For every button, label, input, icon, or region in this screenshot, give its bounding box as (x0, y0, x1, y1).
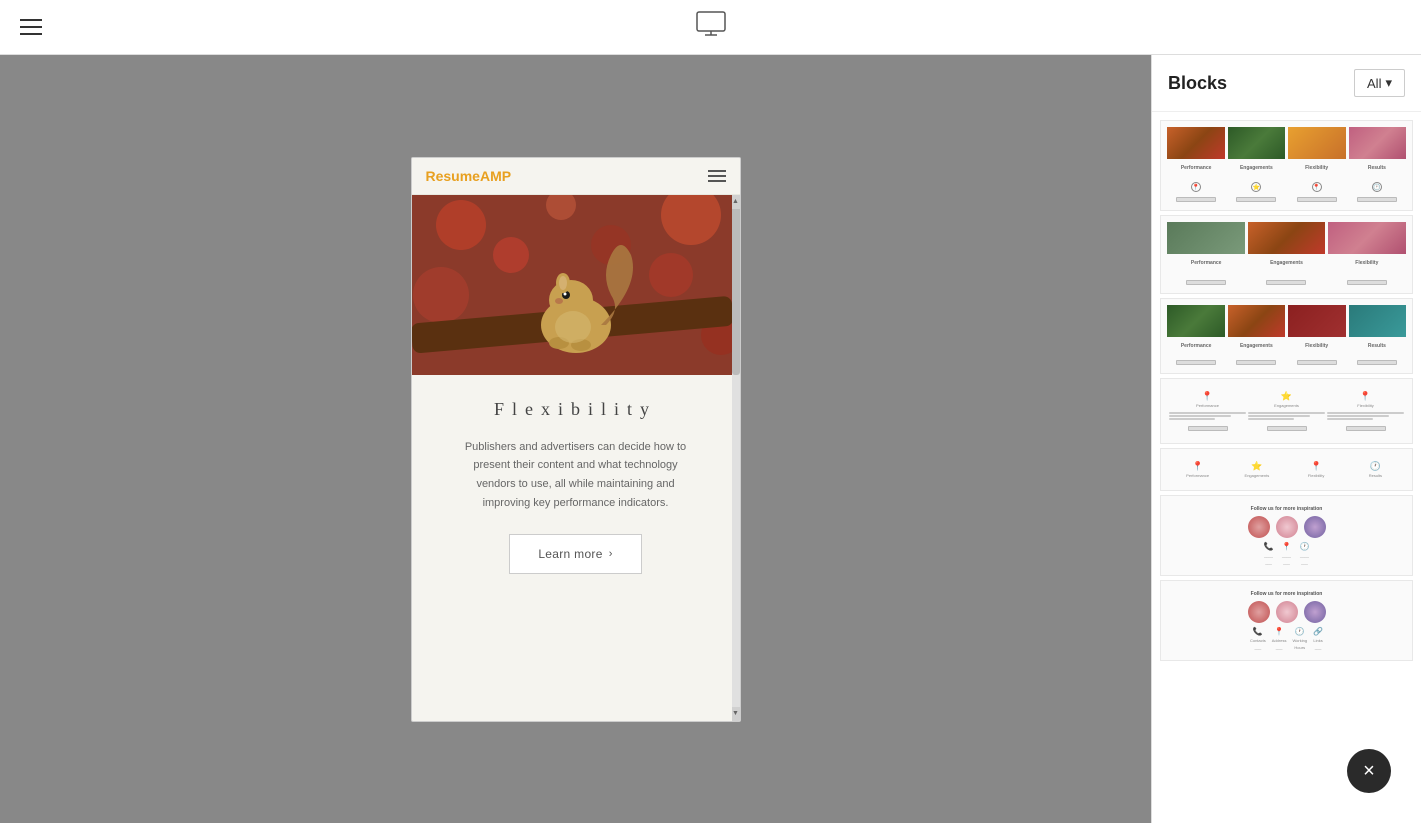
follow-us-block-2: Follow us for more inspiration 📞 Contact… (1167, 587, 1406, 654)
preview-scrollbar[interactable]: ▲ ▼ (732, 195, 740, 721)
thumb-icon-item: 📍 Flexibility (1327, 391, 1404, 431)
thumb-label-item: Results (1348, 341, 1406, 367)
follow-us-block: Follow us for more inspiration 📞 ____ __… (1167, 502, 1406, 569)
thumb-img (1328, 222, 1406, 254)
mobile-logo: ResumeAMP (426, 168, 512, 184)
panel-header: Blocks All ▾ (1152, 55, 1421, 112)
thumb-icon-item: ⭐ Engagements (1228, 461, 1285, 478)
contact-item: 🔗 Links ___ (1313, 627, 1323, 650)
thumb-icon-item: 📍 Performance (1169, 391, 1246, 431)
scroll-up-arrow[interactable]: ▲ (732, 195, 740, 209)
learn-more-button[interactable]: Learn more › (509, 534, 641, 574)
thumb-icon-item: 📍 Flexibility (1288, 461, 1345, 478)
contact-item: 📞 ____ ___ (1264, 542, 1274, 565)
thumb-img (1167, 222, 1245, 254)
thumb-icon-item: ⭐ Engagements (1248, 391, 1325, 431)
blocks-container: Performance 📍 Engagements (1152, 112, 1421, 669)
contact-item: 📞 Contacts ___ (1250, 627, 1266, 650)
preview-body: Publishers and advertisers can decide ho… (456, 438, 696, 513)
circle-img-1 (1248, 516, 1270, 538)
thumb-label-item: Performance 📍 (1167, 163, 1225, 204)
mobile-preview-inner: Flexibility Publishers and advertisers c… (412, 195, 740, 721)
menu-icon[interactable] (20, 19, 42, 35)
thumb-label-item: Flexibility 📍 (1288, 163, 1346, 204)
thumb-img (1349, 127, 1407, 159)
contact-item: 📍 Address ___ (1272, 627, 1287, 650)
right-panel: Blocks All ▾ Performance (1151, 55, 1421, 823)
header-left (20, 19, 42, 35)
block-template-5[interactable]: 📍 Performance ⭐ Engagements 📍 Flexibilit… (1160, 448, 1413, 491)
circle-img-2 (1276, 516, 1298, 538)
block-template-6[interactable]: Follow us for more inspiration 📞 ____ __… (1160, 495, 1413, 576)
circle-img-2 (1276, 601, 1298, 623)
block-template-1[interactable]: Performance 📍 Engagements (1160, 120, 1413, 211)
thumb-img (1288, 127, 1346, 159)
thumb-icon-item: 📍 Performance (1169, 461, 1226, 478)
thumb-label-item: Engagements (1227, 341, 1285, 367)
mobile-preview: ResumeAMP (411, 157, 741, 722)
block-template-2[interactable]: Performance Engagements (1160, 215, 1413, 294)
preview-title: Flexibility (494, 399, 657, 420)
block-template-7[interactable]: Follow us for more inspiration 📞 Contact… (1160, 580, 1413, 661)
preview-content: Flexibility Publishers and advertisers c… (412, 375, 740, 595)
thumb-label-item: Flexibility (1328, 258, 1406, 287)
panel-title: Blocks (1168, 73, 1227, 94)
thumb-img (1167, 127, 1225, 159)
monitor-icon (693, 7, 729, 48)
circle-img-1 (1248, 601, 1270, 623)
thumb-label-item: Results 🕐 (1348, 163, 1406, 204)
preview-hero-image (412, 195, 732, 375)
thumb-img (1228, 127, 1286, 159)
learn-more-label: Learn more (538, 547, 602, 561)
thumb-label-item: Engagements (1247, 258, 1325, 287)
header-center (693, 7, 729, 48)
header (0, 0, 1421, 55)
logo-colored: AMP (480, 168, 511, 184)
thumb-label-item: Flexibility (1288, 341, 1346, 367)
thumb-img (1248, 222, 1326, 254)
circle-img-3 (1304, 601, 1326, 623)
circle-img-3 (1304, 516, 1326, 538)
thumb-label-item: Performance (1167, 258, 1245, 287)
close-button[interactable]: × (1347, 749, 1391, 793)
block-template-3[interactable]: Performance Engagements (1160, 298, 1413, 374)
thumb-icon-item: 🕐 Results (1347, 461, 1404, 478)
thumb-img (1167, 305, 1225, 337)
mobile-hamburger-icon[interactable] (708, 170, 726, 182)
block-template-4[interactable]: 📍 Performance ⭐ Engagements (1160, 378, 1413, 444)
canvas-area: ResumeAMP (0, 55, 1151, 823)
contact-item: 🕐 Working Hours (1292, 627, 1307, 650)
logo-normal: Resume (426, 168, 480, 184)
mobile-nav: ResumeAMP (412, 158, 740, 195)
scroll-down-arrow[interactable]: ▼ (732, 707, 740, 721)
dropdown-arrow: ▾ (1385, 75, 1392, 91)
learn-more-arrow: › (609, 548, 613, 560)
thumb-img (1288, 305, 1346, 337)
thumb-label-item: Performance (1167, 341, 1225, 367)
contact-item: 📍 ____ ___ (1282, 542, 1292, 565)
all-label: All (1367, 76, 1381, 91)
all-filter-button[interactable]: All ▾ (1354, 69, 1405, 97)
thumb-img (1349, 305, 1407, 337)
thumb-label-item: Engagements ⭐ (1227, 163, 1285, 204)
thumb-img (1228, 305, 1286, 337)
scrollbar-thumb[interactable] (732, 195, 740, 375)
contact-item: 🕐 ____ ___ (1299, 542, 1309, 565)
